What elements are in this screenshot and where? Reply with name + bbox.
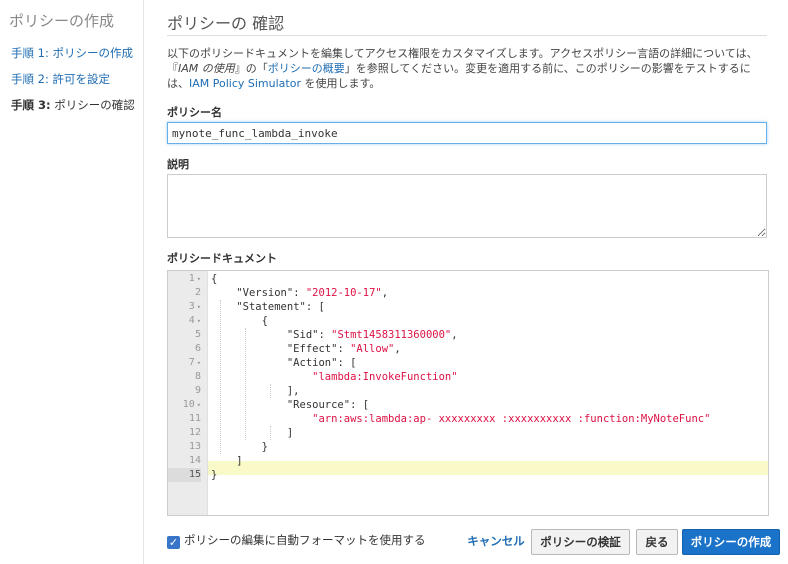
step-number: 手順 2: [11, 72, 49, 86]
editor-gutter: 1 ▾ 2 3 ▾ 4 ▾ 5 6 7 ▾ 8 9 10 ▾ 11 12 13 14 15 [168, 271, 208, 515]
sidebar-title: ポリシーの作成 [9, 12, 115, 30]
step-1-link[interactable]: 手順 1: ポリシーの作成 [11, 45, 133, 61]
code-line[interactable]: ], [211, 384, 300, 398]
line-number: 11 [188, 413, 201, 424]
guide-title: IAM の使用 [178, 62, 235, 75]
code-line[interactable]: "Effect": "Allow", [211, 342, 401, 356]
step-label: ポリシーの作成 [52, 46, 134, 60]
step-2-link[interactable]: 手順 2: 許可を設定 [11, 71, 110, 87]
fold-toggle-icon[interactable]: ▾ [197, 303, 201, 311]
code-line[interactable]: "Action": [ [211, 356, 357, 370]
policy-name-label: ポリシー名 [167, 106, 222, 119]
line-number: 9 [194, 385, 201, 396]
code-line[interactable]: { [211, 272, 217, 286]
line-number: 2 [194, 287, 201, 298]
autoformat-option[interactable]: ✓ ポリシーの編集に自動フォーマットを使用する [167, 532, 426, 549]
code-line[interactable]: } [211, 468, 217, 482]
active-line-highlight [208, 461, 768, 475]
line-number: 13 [188, 441, 201, 452]
line-number: 3 ▾ [188, 301, 201, 312]
policy-overview-link[interactable]: ポリシーの概要 [268, 62, 345, 75]
code-line[interactable]: "arn:aws:lambda:ap- xxxxxxxxx :xxxxxxxxx… [211, 412, 710, 426]
indent-guide [270, 426, 271, 440]
line-number: 4 ▾ [188, 315, 201, 326]
indent-guide [270, 384, 271, 398]
line-number: 8 [194, 371, 201, 382]
title-divider [167, 35, 767, 36]
indent-guide [245, 328, 246, 440]
step-label: ポリシーの確認 [54, 98, 135, 112]
indent-guide [220, 300, 221, 454]
create-policy-button[interactable]: ポリシーの作成 [682, 529, 780, 555]
page-title: ポリシーの 確認 [167, 14, 285, 33]
line-number: 10 ▾ [182, 399, 201, 410]
line-number: 5 [194, 329, 201, 340]
line-number: 14 [188, 455, 201, 466]
line-number: 7 ▾ [188, 357, 201, 368]
policy-document-editor[interactable]: 1 ▾ 2 3 ▾ 4 ▾ 5 6 7 ▾ 8 9 10 ▾ 11 12 13 14 15 { "Version": … [167, 270, 769, 516]
validate-policy-button[interactable]: ポリシーの検証 [531, 529, 630, 555]
autoformat-label: ポリシーの編集に自動フォーマットを使用する [184, 533, 426, 547]
code-line[interactable]: "lambda:InvokeFunction" [211, 370, 457, 384]
back-button[interactable]: 戻る [636, 529, 678, 555]
description-text: 以下のポリシードキュメントを編集してアクセス権限をカスタマイズします。アクセスポ… [167, 46, 767, 91]
fold-toggle-icon[interactable]: ▾ [197, 275, 201, 283]
desc-part: 』の「 [234, 62, 268, 75]
policy-simulator-link[interactable]: IAM Policy Simulator [189, 77, 301, 90]
code-line[interactable]: ] [211, 454, 242, 468]
step-number: 手順 3: [11, 98, 51, 112]
code-line[interactable]: "Sid": "Stmt1458311360000", [211, 328, 458, 342]
step-number: 手順 1: [11, 46, 49, 60]
wizard-sidebar: ポリシーの作成 手順 1: ポリシーの作成 手順 2: 許可を設定 手順 3: … [0, 0, 144, 564]
step-label: 許可を設定 [52, 72, 111, 86]
policy-document-label: ポリシードキュメント [167, 252, 277, 265]
code-line[interactable]: "Statement": [ [211, 300, 325, 314]
fold-toggle-icon[interactable]: ▾ [197, 359, 201, 367]
code-line[interactable]: "Version": "2012-10-17", [211, 286, 388, 300]
desc-part: を使用します。 [300, 77, 381, 90]
description-label: 説明 [167, 158, 189, 171]
line-number: 1 ▾ [188, 273, 201, 284]
step-3-current: 手順 3: ポリシーの確認 [11, 97, 135, 113]
code-line[interactable]: ] [211, 426, 293, 440]
checkbox-checked-icon[interactable]: ✓ [167, 536, 180, 549]
policy-name-input[interactable] [167, 122, 767, 144]
fold-toggle-icon[interactable]: ▾ [197, 317, 201, 325]
line-number: 6 [194, 343, 201, 354]
line-number: 12 [188, 427, 201, 438]
cancel-button[interactable]: キャンセル [466, 529, 526, 553]
fold-toggle-icon[interactable]: ▾ [197, 401, 201, 409]
line-number: 15 [168, 468, 201, 482]
code-line[interactable]: "Resource": [ [211, 398, 369, 412]
description-textarea[interactable] [167, 174, 767, 238]
